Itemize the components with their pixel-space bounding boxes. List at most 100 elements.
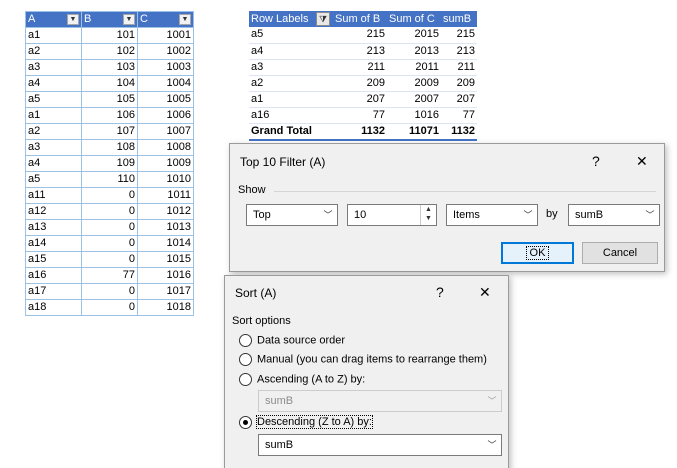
table-cell[interactable]: a4 xyxy=(25,155,82,172)
table-cell[interactable]: 0 xyxy=(81,203,138,220)
pivot-cell[interactable]: a5 xyxy=(249,27,333,44)
table-cell[interactable]: 1018 xyxy=(137,299,194,316)
pivot-cell[interactable]: 2011 xyxy=(387,59,441,76)
table-cell[interactable]: 1007 xyxy=(137,123,194,140)
pivot-cell[interactable]: 209 xyxy=(441,75,477,92)
pivot-total-cell[interactable]: 1132 xyxy=(333,122,387,141)
radio-button[interactable] xyxy=(239,353,252,366)
column-header-a[interactable]: A ▼ xyxy=(25,11,82,28)
table-cell[interactable]: a3 xyxy=(25,139,82,156)
pivot-cell[interactable]: 215 xyxy=(333,27,387,44)
table-cell[interactable]: 1013 xyxy=(137,219,194,236)
table-cell[interactable]: a17 xyxy=(25,283,82,300)
table-cell[interactable]: 106 xyxy=(81,107,138,124)
descending-field-select[interactable]: sumB ﹀ xyxy=(258,434,502,456)
ok-button[interactable]: OK xyxy=(501,242,574,264)
table-cell[interactable]: 1012 xyxy=(137,203,194,220)
cancel-button[interactable]: Cancel xyxy=(582,242,658,264)
table-cell[interactable]: 0 xyxy=(81,235,138,252)
column-header-c[interactable]: C ▼ xyxy=(137,11,194,28)
pivot-cell[interactable]: 2015 xyxy=(387,27,441,44)
pivot-cell[interactable]: a4 xyxy=(249,43,333,60)
table-cell[interactable]: a12 xyxy=(25,203,82,220)
table-cell[interactable]: 1015 xyxy=(137,251,194,268)
table-cell[interactable]: a1 xyxy=(25,107,82,124)
chevron-down-icon[interactable]: ﹀ xyxy=(483,435,501,455)
table-cell[interactable]: 1003 xyxy=(137,59,194,76)
by-field-select[interactable]: sumB ﹀ xyxy=(568,204,660,226)
table-cell[interactable]: a2 xyxy=(25,43,82,60)
chevron-down-icon[interactable]: ﹀ xyxy=(641,205,659,225)
table-cell[interactable]: 77 xyxy=(81,267,138,284)
pivot-cell[interactable]: 2009 xyxy=(387,75,441,92)
table-cell[interactable]: a13 xyxy=(25,219,82,236)
table-cell[interactable]: 103 xyxy=(81,59,138,76)
spin-updown-icon[interactable]: ▲ ▼ xyxy=(420,205,436,225)
table-cell[interactable]: 107 xyxy=(81,123,138,140)
table-cell[interactable]: 0 xyxy=(81,299,138,316)
table-cell[interactable]: 1006 xyxy=(137,107,194,124)
table-cell[interactable]: a5 xyxy=(25,91,82,108)
top-bottom-select[interactable]: Top ﹀ xyxy=(246,204,338,226)
table-cell[interactable]: 104 xyxy=(81,75,138,92)
pivot-cell[interactable]: a2 xyxy=(249,75,333,92)
pivot-cell[interactable]: 77 xyxy=(441,107,477,124)
filter-dropdown-icon[interactable]: ▼ xyxy=(179,14,191,25)
table-cell[interactable]: 1016 xyxy=(137,267,194,284)
table-cell[interactable]: a11 xyxy=(25,187,82,204)
pivot-total-cell[interactable]: 1132 xyxy=(441,122,477,141)
pivot-cell[interactable]: 1016 xyxy=(387,107,441,124)
filter-dropdown-icon[interactable]: ▼ xyxy=(67,14,79,25)
table-cell[interactable]: a2 xyxy=(25,123,82,140)
chevron-down-icon[interactable]: ﹀ xyxy=(319,205,337,225)
table-cell[interactable]: 1009 xyxy=(137,155,194,172)
table-cell[interactable]: 105 xyxy=(81,91,138,108)
pivot-total-cell[interactable]: Grand Total xyxy=(249,122,333,141)
pivot-cell[interactable]: 207 xyxy=(333,91,387,108)
table-cell[interactable]: a14 xyxy=(25,235,82,252)
pivot-cell[interactable]: a3 xyxy=(249,59,333,76)
pivot-cell[interactable]: 211 xyxy=(441,59,477,76)
table-cell[interactable]: 1010 xyxy=(137,171,194,188)
table-cell[interactable]: 1017 xyxy=(137,283,194,300)
table-cell[interactable]: a15 xyxy=(25,251,82,268)
radio-button[interactable] xyxy=(239,334,252,347)
table-cell[interactable]: 0 xyxy=(81,283,138,300)
filter-dropdown-icon[interactable]: ▼ xyxy=(123,14,135,25)
radio-manual[interactable]: Manual (you can drag items to rearrange … xyxy=(239,353,487,366)
table-cell[interactable]: 110 xyxy=(81,171,138,188)
table-cell[interactable]: 1004 xyxy=(137,75,194,92)
pivot-cell[interactable]: a1 xyxy=(249,91,333,108)
table-cell[interactable]: 1011 xyxy=(137,187,194,204)
table-cell[interactable]: 1014 xyxy=(137,235,194,252)
pivot-header-sum-c[interactable]: Sum of C xyxy=(387,11,441,27)
table-cell[interactable]: a4 xyxy=(25,75,82,92)
pivot-cell[interactable]: 2013 xyxy=(387,43,441,60)
radio-button[interactable] xyxy=(239,416,252,429)
unit-select[interactable]: Items ﹀ xyxy=(446,204,538,226)
table-cell[interactable]: a3 xyxy=(25,59,82,76)
table-cell[interactable]: 1005 xyxy=(137,91,194,108)
pivot-cell[interactable]: 215 xyxy=(441,27,477,44)
table-cell[interactable]: 101 xyxy=(81,27,138,44)
pivot-header-sumb[interactable]: sumB xyxy=(441,11,477,27)
close-icon[interactable]: ✕ xyxy=(636,153,648,170)
table-cell[interactable]: a16 xyxy=(25,267,82,284)
chevron-down-icon[interactable]: ﹀ xyxy=(519,205,537,225)
table-cell[interactable]: 102 xyxy=(81,43,138,60)
pivot-total-cell[interactable]: 11071 xyxy=(387,122,441,141)
close-icon[interactable]: ✕ xyxy=(479,284,491,301)
help-icon[interactable]: ? xyxy=(592,153,600,169)
sort-filter-icon[interactable]: ⧩ xyxy=(316,12,330,26)
pivot-cell[interactable]: 213 xyxy=(333,43,387,60)
column-header-b[interactable]: B ▼ xyxy=(81,11,138,28)
table-cell[interactable]: 0 xyxy=(81,251,138,268)
table-cell[interactable]: a5 xyxy=(25,171,82,188)
radio-data-source-order[interactable]: Data source order xyxy=(239,334,345,347)
radio-ascending[interactable]: Ascending (A to Z) by: xyxy=(239,373,365,386)
table-cell[interactable]: 1008 xyxy=(137,139,194,156)
radio-button[interactable] xyxy=(239,373,252,386)
table-cell[interactable]: 108 xyxy=(81,139,138,156)
pivot-cell[interactable]: 209 xyxy=(333,75,387,92)
count-stepper[interactable]: 10 ▲ ▼ xyxy=(347,204,437,226)
